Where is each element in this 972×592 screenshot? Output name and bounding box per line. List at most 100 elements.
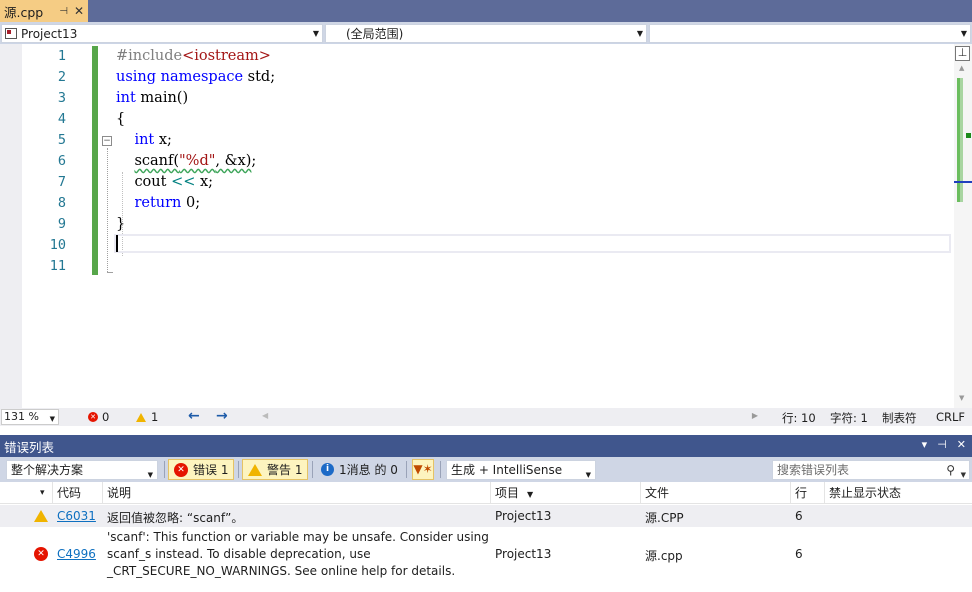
tab-label: 源.cpp [4, 4, 44, 20]
warnings-filter-button[interactable]: 警告 1 [242, 459, 309, 480]
navigation-bar: Project13 ▼ (全局范围) ▼ ▼ [0, 22, 972, 44]
search-icon[interactable]: ⚲ [946, 461, 955, 479]
dropdown-icon[interactable]: ▾ [922, 438, 928, 451]
error-code-link[interactable]: C6031 [53, 509, 96, 523]
code-line[interactable]: int x; [116, 130, 950, 151]
column-project[interactable]: 项目 ▼ [490, 482, 640, 504]
code-token: << [171, 174, 196, 190]
member-dropdown[interactable]: ▼ [649, 24, 971, 43]
column-file[interactable]: 文件 [640, 482, 790, 504]
scroll-down-icon[interactable]: ▼ [959, 394, 964, 402]
scope-select[interactable]: 整个解决方案 ▼ [6, 460, 158, 480]
error-code-link[interactable]: C4996 [53, 547, 96, 561]
error-list-title-bar: 错误列表 ▾ ⊣ ✕ [0, 435, 972, 457]
code-line[interactable]: int main() [116, 88, 950, 109]
code-line[interactable]: #include<iostream> [116, 46, 950, 67]
error-description: 返回值被忽略: “scanf”。 [107, 511, 244, 525]
scroll-right-icon[interactable]: ▶ [752, 411, 758, 420]
code-line[interactable]: cout << x; [116, 172, 950, 193]
error-project: Project13 [495, 547, 552, 561]
line-number: 9 [57, 216, 66, 232]
scroll-left-icon[interactable]: ◀ [262, 411, 268, 420]
search-error-list-input[interactable]: 搜索错误列表 ⚲ ▼ [772, 460, 970, 480]
scope-dropdown[interactable]: (全局范围) ▼ [325, 24, 647, 43]
scrollbar-thumb[interactable] [957, 78, 963, 202]
scroll-up-icon[interactable]: ▲ [959, 64, 964, 72]
column-suppression[interactable]: 禁止显示状态 [824, 482, 952, 504]
code-lines[interactable]: #include<iostream> using namespace std; in… [116, 46, 950, 277]
close-icon[interactable]: ✕ [957, 438, 966, 451]
close-icon[interactable]: ✕ [74, 4, 84, 18]
error-count[interactable]: ✕ 0 [88, 410, 109, 424]
selection-margin[interactable] [0, 44, 22, 408]
code-line[interactable]: { [116, 109, 950, 130]
table-row[interactable]: C6031 返回值被忽略: “scanf”。 Project13 源.CPP 6 [0, 505, 972, 527]
line-number: 5 [57, 132, 66, 148]
errors-filter-button[interactable]: ✕ 错误 1 [168, 459, 235, 480]
code-line[interactable]: } [116, 214, 950, 235]
pin-icon[interactable]: ⊣ [59, 6, 68, 17]
vertical-scrollbar[interactable]: ⊥ ▲ ▼ [954, 44, 972, 408]
code-token: main() [135, 90, 189, 106]
code-token: scanf( [134, 153, 180, 169]
line-number: 6 [57, 153, 66, 169]
navigate-back-button[interactable]: ← [188, 408, 200, 424]
code-line[interactable] [116, 256, 950, 277]
toolbar-separator [164, 461, 165, 478]
messages-filter-label: 1消息 的 0 [339, 463, 398, 477]
error-icon: ✕ [88, 412, 98, 422]
column-code[interactable]: 代码 [52, 482, 102, 504]
code-token: "%d" [179, 153, 216, 169]
code-line[interactable]: return 0; [116, 193, 950, 214]
collapse-icon[interactable]: − [102, 136, 112, 146]
outline-end [107, 272, 113, 273]
table-row[interactable]: ✕ C4996 'scanf': This function or variab… [0, 528, 972, 582]
split-icon[interactable]: ⊥ [955, 46, 970, 61]
outline-line [107, 148, 108, 272]
error-icon: ✕ [174, 462, 188, 477]
code-line[interactable] [116, 235, 950, 256]
line-indicator[interactable]: 行: 10 [782, 410, 816, 426]
project-dropdown[interactable]: Project13 ▼ [1, 24, 323, 43]
filter-icon[interactable]: ▼✶ [412, 459, 434, 480]
error-count-value: 0 [102, 410, 110, 424]
code-line[interactable]: using namespace std; [116, 67, 950, 88]
code-token: , &x) [215, 153, 252, 169]
error-line: 6 [795, 509, 803, 523]
eol-indicator[interactable]: CRLF [936, 410, 965, 424]
zoom-dropdown[interactable]: 131 % ▼ [1, 409, 59, 425]
tabs-indicator[interactable]: 制表符 [882, 410, 917, 426]
pin-icon[interactable]: ⊣ [937, 438, 947, 451]
zoom-value: 131 % [4, 410, 39, 423]
code-token: { [116, 111, 126, 127]
chevron-down-icon: ▼ [312, 29, 319, 38]
code-editor[interactable]: 1 2 3 4 5 6 7 8 9 10 11 − #include<iostream> using … [0, 44, 972, 408]
column-description[interactable]: 说明 [102, 482, 490, 504]
build-source-select[interactable]: 生成 + IntelliSense ▼ [446, 460, 596, 480]
error-file: 源.CPP [645, 511, 684, 525]
tab-source-cpp[interactable]: 源.cpp ⊣ ✕ [0, 0, 88, 22]
code-line[interactable]: scanf("%d", &x); [116, 151, 950, 172]
text-caret [116, 235, 118, 252]
code-token: return [134, 195, 182, 211]
char-indicator[interactable]: 字符: 1 [830, 410, 868, 426]
column-line[interactable]: 行 [790, 482, 824, 504]
scope-select-value: 整个解决方案 [11, 463, 84, 477]
toolbar-separator [406, 461, 407, 478]
messages-filter-button[interactable]: i 1消息 的 0 [316, 459, 403, 480]
code-token: x; [154, 132, 172, 148]
code-token: #include [116, 48, 183, 64]
code-token: cout [134, 174, 172, 190]
error-description: 'scanf': This function or variable may b… [103, 529, 489, 580]
warning-icon [248, 463, 262, 476]
toolbar-separator [238, 461, 239, 478]
horizontal-scrollbar[interactable]: ◀ ▶ [262, 411, 758, 423]
warning-icon [34, 510, 48, 522]
navigate-forward-button[interactable]: → [216, 408, 228, 424]
warning-count[interactable]: 1 [136, 410, 158, 424]
error-project: Project13 [495, 509, 552, 523]
sort-desc-icon[interactable]: ▾ [36, 482, 52, 504]
